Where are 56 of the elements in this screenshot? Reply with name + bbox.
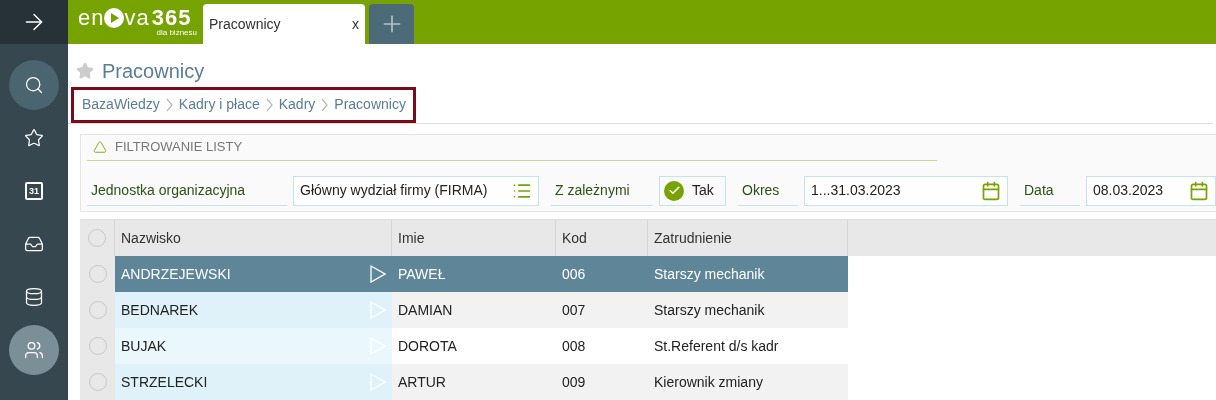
play-logo-icon (104, 8, 125, 28)
chevron-right-icon (165, 97, 173, 112)
table-cell-text: Kierownik zmiany (654, 372, 763, 392)
tab[interactable]: Pracownicy x (203, 4, 365, 44)
breadcrumb-link[interactable]: BazaWiedzy (82, 94, 160, 116)
breadcrumb-link[interactable]: Pracownicy (334, 94, 406, 116)
table-cell-text: ARTUR (398, 372, 446, 392)
table-cell-text: DOROTA (398, 336, 457, 356)
table-row[interactable]: ANDRZEJEWSKI PAWEŁ 006 Starszy mechanik (80, 256, 848, 292)
page-title: Pracownicy (102, 59, 205, 85)
calendar-icon[interactable] (981, 180, 1001, 201)
database-icon (24, 287, 44, 307)
table-row[interactable]: STRZELECKI ARTUR 009 Kierownik zmiany (80, 364, 848, 400)
field-label: Okres (738, 175, 798, 206)
table-cell-text: 009 (562, 372, 586, 392)
input-field[interactable]: 1...31.03.2023 (804, 175, 1008, 206)
users-icon (24, 340, 44, 360)
toggle-button[interactable]: Tak (659, 175, 726, 206)
field-label: Data (1020, 175, 1080, 206)
table-row[interactable]: BEDNAREK DAMIAN 007 Starszy mechanik (80, 292, 848, 328)
table-cell-text: STRZELECKI (121, 372, 208, 392)
filter-header[interactable]: FILTROWANIE LISTY (87, 134, 937, 161)
breadcrumb-link[interactable]: Kadry i płace (178, 94, 260, 116)
favorite-star-icon[interactable] (76, 62, 94, 81)
close-button[interactable]: x (352, 13, 359, 35)
star-icon (24, 128, 44, 148)
table-cell-text: BEDNAREK (121, 300, 199, 320)
input-field[interactable]: Główny wydział firmy (FIRMA) (293, 175, 539, 206)
sidebar-item[interactable] (9, 60, 59, 110)
inbox-icon (24, 234, 44, 254)
table-cell-text: DAMIAN (398, 300, 453, 320)
triangle-icon (93, 140, 107, 155)
sidebar-item[interactable]: 31 (9, 166, 59, 216)
sidebar-item[interactable] (9, 325, 59, 375)
breadcrumb-link[interactable]: Kadry (278, 94, 316, 116)
play-arrow-icon[interactable] (370, 265, 386, 283)
table-cell-text: ANDRZEJEWSKI (121, 264, 231, 284)
table-cell-text: PAWEŁ (398, 264, 446, 284)
new-tab-button[interactable] (369, 4, 414, 44)
field-label: Z zależnymi (551, 175, 653, 206)
table-cell-text: Starszy mechanik (654, 264, 765, 284)
logo: en va365 dla biznesu (78, 4, 198, 39)
table-cell-text: Starszy mechanik (654, 300, 765, 320)
expand-button[interactable] (0, 0, 68, 44)
field-label: Jednostka organizacyjna (87, 175, 287, 206)
calendar-icon[interactable] (1189, 180, 1209, 201)
chevron-right-icon (265, 97, 273, 112)
table-cell-text: 008 (562, 336, 586, 356)
chevron-right-icon (321, 97, 329, 112)
table-cell-text: St.Referent d/s kadr (654, 336, 779, 356)
search-icon (24, 75, 44, 95)
table-cell-text: 006 (562, 264, 586, 284)
calendar-icon: 31 (25, 182, 43, 200)
table-cell-text: 007 (562, 300, 586, 320)
input-field[interactable]: 08.03.2023 (1086, 175, 1216, 206)
table-cell-text: BUJAK (121, 336, 167, 356)
